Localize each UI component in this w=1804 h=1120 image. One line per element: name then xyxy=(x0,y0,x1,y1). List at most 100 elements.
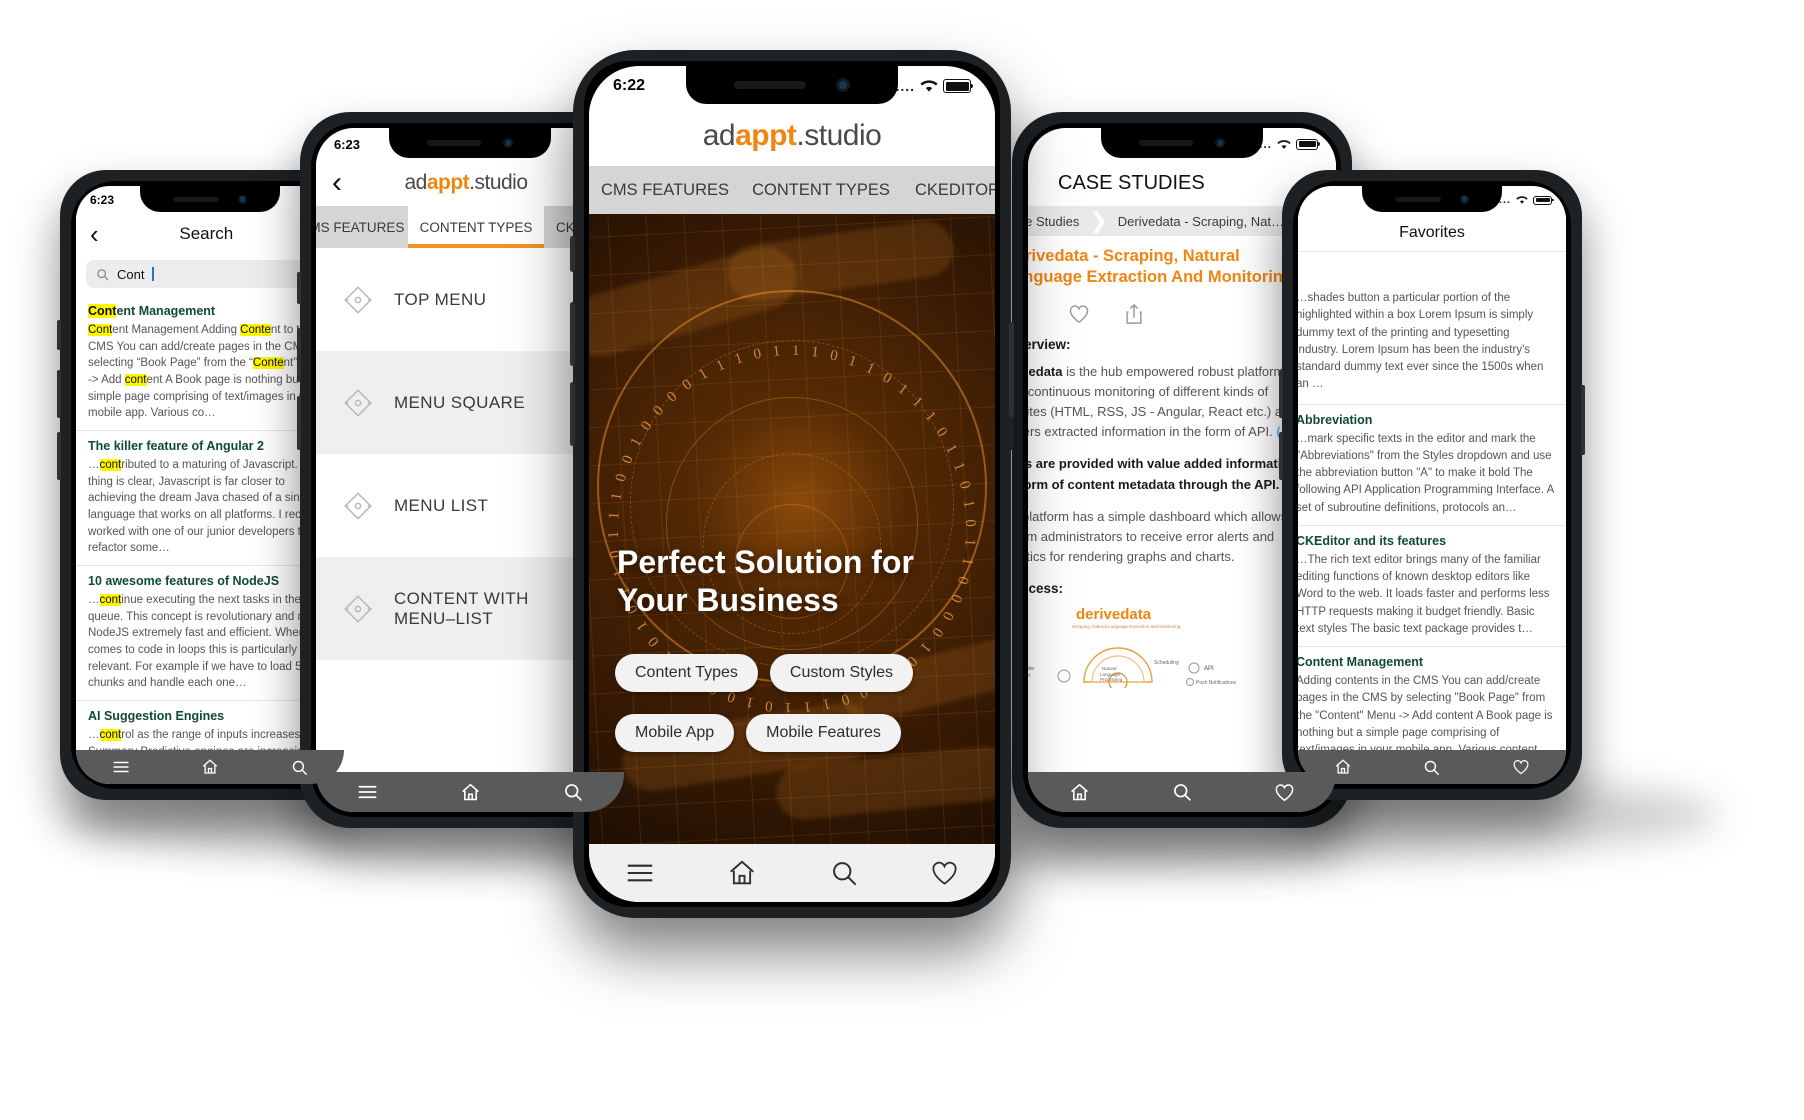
hero-banner: 1101101110110101100001011001110100011010… xyxy=(589,214,995,844)
heart-icon[interactable] xyxy=(1274,783,1295,802)
search-icon[interactable] xyxy=(830,859,858,887)
diamond-node-icon xyxy=(338,594,378,624)
article-title: Derivedata - Scraping, Natural Language … xyxy=(1028,247,1294,287)
result-snippet: …control as the range of inputs increase… xyxy=(88,729,318,750)
result-snippet: Content Management Adding Content to the… xyxy=(88,324,329,420)
wifi-icon xyxy=(1516,196,1528,204)
hero-headline: Perfect Solution for Your Business xyxy=(617,544,947,620)
diamond-node-icon xyxy=(338,491,378,521)
menu-icon[interactable] xyxy=(357,784,378,800)
binary-digit: 0 xyxy=(638,418,656,434)
result-title: Content Management xyxy=(88,304,216,318)
navigation-bar: Favorites xyxy=(1298,214,1566,252)
binary-digit: 1 xyxy=(921,408,939,425)
list-item[interactable]: Abbreviation …mark specific texts in the… xyxy=(1298,405,1566,526)
chevron-right-icon: ❯ xyxy=(1089,208,1108,233)
tab-ckeditor[interactable]: CKEDITOR xyxy=(901,166,995,214)
tab-label: CMS FEATURES xyxy=(600,180,730,199)
home-icon[interactable] xyxy=(1069,782,1090,803)
section-heading-process: Process: xyxy=(1028,581,1064,597)
binary-digit: 1 xyxy=(713,357,728,375)
binary-digit: 1 xyxy=(732,350,745,368)
bottom-toolbar[interactable] xyxy=(589,844,995,902)
logo-part-3: .studio xyxy=(469,171,528,194)
tab-content-types[interactable]: CONTENT TYPES xyxy=(408,206,544,248)
logo-part-3: .studio xyxy=(796,119,882,152)
tab-cms-features[interactable]: CMS FEATURES xyxy=(589,166,741,214)
list-item[interactable]: CKEditor and its features …The rich text… xyxy=(1298,526,1566,647)
search-icon[interactable] xyxy=(1423,759,1440,776)
home-icon[interactable] xyxy=(727,858,757,888)
share-icon[interactable] xyxy=(1124,303,1144,325)
binary-digit: 1 xyxy=(846,352,859,371)
wifi-icon xyxy=(1277,139,1291,149)
section-heading-overview: Overview: xyxy=(1028,336,1071,352)
binary-digit: 1 xyxy=(608,491,626,502)
search-input-value: Cont xyxy=(117,266,145,282)
home-icon[interactable] xyxy=(201,758,219,776)
notch xyxy=(1362,186,1502,212)
breadcrumb-item-0[interactable]: Case Studies xyxy=(1028,214,1079,229)
menu-icon[interactable] xyxy=(625,862,655,884)
navigation-bar: adappt.studio xyxy=(589,106,995,166)
binary-digit: 1 xyxy=(771,343,782,360)
hero-headline-line2: Your Business xyxy=(617,581,839,618)
list-item[interactable]: …shades button a particular portion of t… xyxy=(1298,282,1566,405)
favorites-list[interactable]: …shades button a particular portion of t… xyxy=(1298,282,1566,750)
binary-digit: 1 xyxy=(633,618,652,634)
page-title: Search xyxy=(179,224,234,243)
hero-pill-row[interactable]: Content Types Custom Styles Mobile App M… xyxy=(615,654,935,752)
svg-text:Processing: Processing xyxy=(1100,677,1123,682)
tab-content-types[interactable]: CONTENT TYPES xyxy=(741,166,901,214)
binary-digit: 0 xyxy=(645,633,663,650)
search-icon[interactable] xyxy=(563,782,583,802)
logo-part-2: appt xyxy=(426,171,470,194)
bottom-toolbar[interactable] xyxy=(1298,750,1566,784)
logo-part-1: ad xyxy=(404,171,427,194)
pill-custom-styles[interactable]: Custom Styles xyxy=(769,654,914,692)
list-item[interactable]: Content Management Adding contents in th… xyxy=(1298,647,1566,750)
phone-favorites: .... Favorites …shades button a particul… xyxy=(1279,170,1585,800)
pill-mobile-features[interactable]: Mobile Features xyxy=(746,714,901,752)
bottom-toolbar[interactable] xyxy=(1028,772,1336,812)
list-item-label: TOP MENU xyxy=(394,289,487,309)
tab-label: CMS FEATURES xyxy=(316,219,405,235)
phone-home: 6:22 .... adappt.studio CMS FEATURES CON… xyxy=(570,50,1014,918)
bottom-toolbar[interactable] xyxy=(316,772,624,812)
binary-digit: 0 xyxy=(612,472,631,484)
bottom-toolbar[interactable] xyxy=(76,750,344,784)
tab-label: CONTENT TYPES xyxy=(752,180,890,199)
svg-text:API: API xyxy=(1204,666,1214,672)
page-title: CASE STUDIES xyxy=(1058,171,1205,194)
tab-bar[interactable]: CMS FEATURES CONTENT TYPES CKEDITOR xyxy=(589,166,995,214)
search-icon[interactable] xyxy=(291,759,308,776)
binary-digit: 1 xyxy=(863,360,877,378)
battery-icon xyxy=(943,79,973,93)
binary-digit: 1 xyxy=(810,344,820,361)
status-time: 6:23 xyxy=(90,193,115,207)
notch xyxy=(1101,128,1263,158)
menu-icon[interactable] xyxy=(112,760,130,774)
heart-icon[interactable] xyxy=(1068,304,1090,324)
binary-digit: 1 xyxy=(696,365,711,384)
heart-icon[interactable] xyxy=(1512,759,1530,775)
breadcrumb-item-1[interactable]: Derivedata - Scraping, Nat… xyxy=(1118,214,1284,229)
binary-digit: 0 xyxy=(664,388,681,406)
home-icon[interactable] xyxy=(460,782,481,803)
wifi-icon xyxy=(920,80,938,92)
battery-icon xyxy=(1533,195,1554,205)
diagram-graphic: Natural Language Processing Scheduling A… xyxy=(1028,647,1237,689)
favorite-title: CKEditor and its features xyxy=(1298,533,1447,548)
home-icon[interactable] xyxy=(1334,758,1352,776)
pill-content-types[interactable]: Content Types xyxy=(615,654,758,692)
heart-icon[interactable] xyxy=(930,860,959,886)
status-time: 6:22 xyxy=(613,77,646,94)
favorite-title: Content Management xyxy=(1298,655,1424,669)
pill-mobile-app[interactable]: Mobile App xyxy=(615,714,735,752)
binary-digit: 0 xyxy=(953,574,972,586)
binary-digit: 1 xyxy=(627,435,646,450)
notch xyxy=(140,186,280,212)
search-icon[interactable] xyxy=(1172,782,1192,802)
binary-digit: 0 xyxy=(928,624,946,640)
paragraph-value-added: Users are provided with value added info… xyxy=(1028,456,1312,492)
